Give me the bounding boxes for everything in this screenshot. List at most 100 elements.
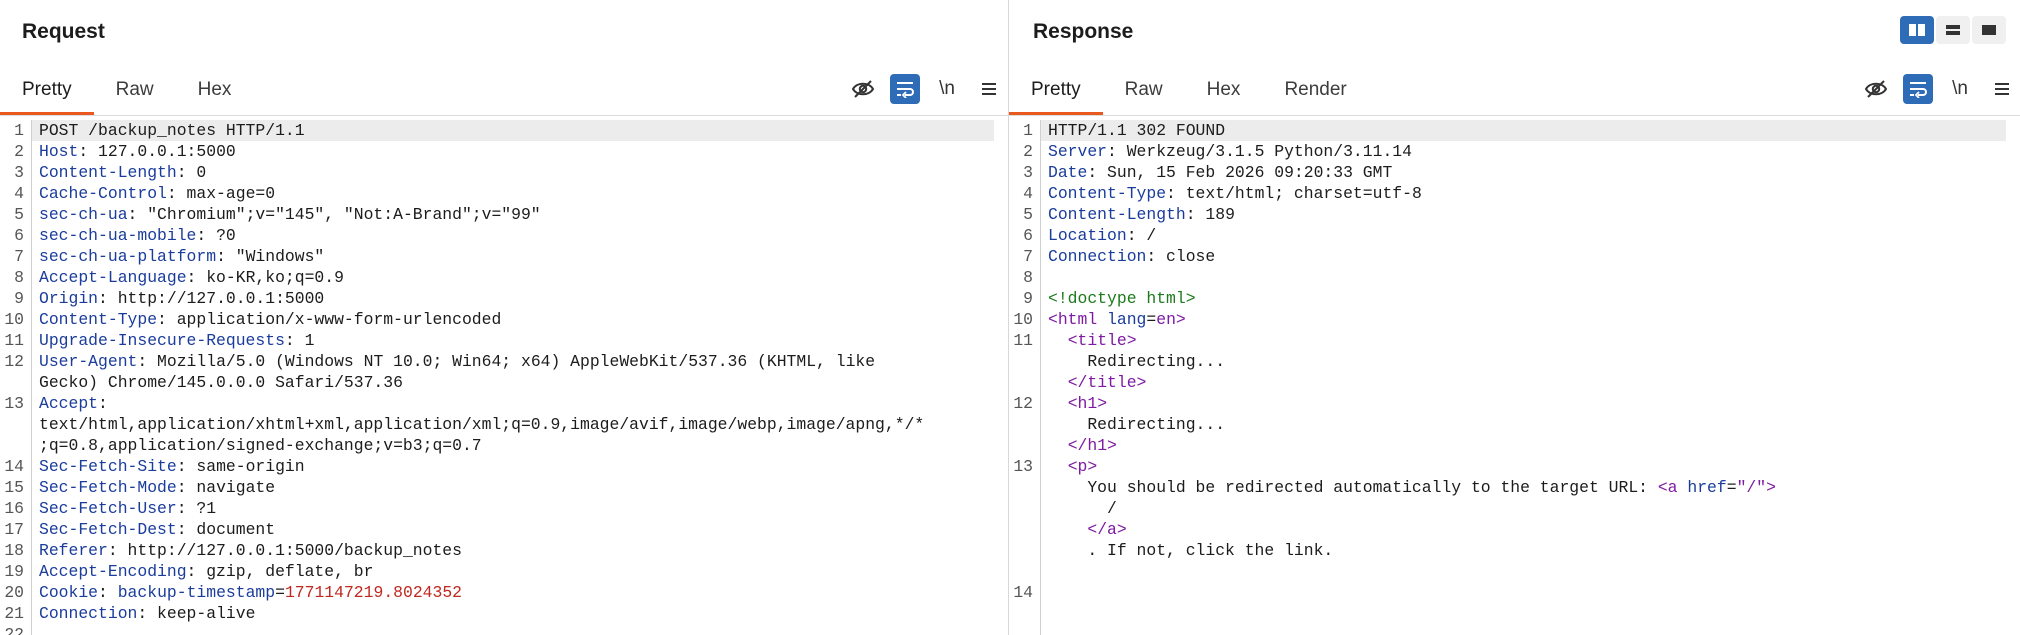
line-text: <title> (1048, 330, 1137, 351)
request-editor[interactable]: 1 POST /backup_notes HTTP/1.1 2 Host: 127.0… (0, 120, 1008, 635)
newline-toggle[interactable]: \n (932, 74, 962, 104)
code-token: Date (1048, 163, 1088, 182)
code-token: : ?1 (176, 499, 217, 518)
tab-hex[interactable]: Hex (176, 76, 254, 116)
code-token: Accept (39, 394, 99, 413)
line-number: 14 (4, 457, 24, 476)
tab-raw[interactable]: Raw (1103, 76, 1185, 116)
line-text: Upgrade-Insecure-Requests: 1 (39, 330, 314, 351)
code-line: 2 Server: Werkzeug/3.1.5 Python/3.11.14 (1009, 141, 2020, 162)
code-token: ;q=0.8,application/signed-exchange;v=b3;… (39, 436, 482, 455)
line-text: Sec-Fetch-Dest: document (39, 519, 275, 540)
line-text: Gecko) Chrome/145.0.0.0 Safari/537.36 (39, 372, 403, 393)
code-token: = (1726, 478, 1737, 497)
tab-render[interactable]: Render (1262, 76, 1368, 116)
code-line: 5 Content-Length: 189 (1009, 204, 2020, 225)
code-token: : 1 (284, 331, 315, 350)
line-text: You should be redirected automatically t… (1048, 477, 1776, 498)
line-text: Host: 127.0.0.1:5000 (39, 141, 236, 162)
code-line: text/html,application/xhtml+xml,applicat… (0, 414, 1008, 435)
code-token: Origin (39, 289, 99, 308)
code-token: sec-ch-ua-mobile (39, 226, 197, 245)
code-line: 4 Content-Type: text/html; charset=utf-8 (1009, 183, 2020, 204)
code-token: : 127.0.0.1:5000 (78, 142, 236, 161)
newline-toggle[interactable]: \n (1945, 74, 1975, 104)
code-token: text/html,application/xhtml+xml,applicat… (39, 415, 925, 434)
code-token: backup-timestamp (117, 583, 276, 602)
line-number: 1 (14, 121, 24, 140)
menu-icon[interactable] (974, 74, 1004, 104)
line-text: Accept: (39, 393, 108, 414)
line-text: </a> (1048, 519, 1126, 540)
code-token: Referer (39, 541, 108, 560)
code-line: </a> (1009, 519, 2020, 540)
code-token: : Sun, 15 Feb 2026 09:20:33 GMT (1087, 163, 1393, 182)
line-text: <!doctype html> (1048, 288, 1196, 309)
code-token: : / (1126, 226, 1157, 245)
code-token: Connection (1048, 247, 1147, 266)
code-token: : gzip, deflate, br (186, 562, 374, 581)
code-token: : Werkzeug/3.1.5 Python/3.11.14 (1107, 142, 1412, 161)
code-token: Sec-Fetch-Mode (39, 478, 177, 497)
code-token: en> (1156, 310, 1186, 329)
code-token: : same-origin (176, 457, 305, 476)
code-token: <html (1048, 310, 1108, 329)
request-lines: 1 POST /backup_notes HTTP/1.1 2 Host: 127.0… (0, 120, 1008, 635)
code-token: : 189 (1185, 205, 1235, 224)
code-line: 7 sec-ch-ua-platform: "Windows" (0, 246, 1008, 267)
single-pane-icon[interactable] (1972, 16, 2006, 44)
hide-icon[interactable] (1861, 74, 1891, 104)
code-token: Upgrade-Insecure-Requests (39, 331, 285, 350)
code-line: 2 Host: 127.0.0.1:5000 (0, 141, 1008, 162)
line-number: 13 (4, 394, 24, 413)
code-line: 17 Sec-Fetch-Dest: document (0, 519, 1008, 540)
line-text: Connection: close (1048, 246, 1215, 267)
line-text: Redirecting... (1048, 414, 1225, 435)
line-number: 14 (1013, 583, 1033, 602)
code-line: 9 <!doctype html> (1009, 288, 2020, 309)
code-line: 8 (1009, 267, 2020, 288)
line-number: 6 (14, 226, 24, 245)
code-line: 3 Content-Length: 0 (0, 162, 1008, 183)
line-text: Accept-Language: ko-KR,ko;q=0.9 (39, 267, 344, 288)
line-text: <html lang=en> (1048, 309, 1186, 330)
tab-raw[interactable]: Raw (94, 76, 176, 116)
code-token: : "Chromium";v="145", "Not:A-Brand";v="9… (127, 205, 541, 224)
tab-pretty[interactable]: Pretty (1009, 76, 1103, 116)
code-token: : "Windows" (216, 247, 325, 266)
response-pane: Response Pretty Raw Hex Render \n 1 HTTP… (1009, 0, 2020, 635)
line-number: 3 (1023, 163, 1033, 182)
wrap-lines-icon[interactable] (890, 74, 920, 104)
line-text: sec-ch-ua-platform: "Windows" (39, 246, 324, 267)
line-text: Location: / (1048, 225, 1156, 246)
code-line: 3 Date: Sun, 15 Feb 2026 09:20:33 GMT (1009, 162, 2020, 183)
code-token: href (1687, 478, 1727, 497)
code-line: 12 <h1> (1009, 393, 2020, 414)
code-line: 5 sec-ch-ua: "Chromium";v="145", "Not:A-B… (0, 204, 1008, 225)
request-pane: Request Pretty Raw Hex \n 1 POST /backup_… (0, 0, 1009, 635)
code-token: : max-age=0 (166, 184, 276, 203)
line-text: Cookie: backup-timestamp=1771147219.8024… (39, 582, 462, 603)
code-token: Content-Type (1048, 184, 1167, 203)
hide-icon[interactable] (848, 74, 878, 104)
tab-pretty[interactable]: Pretty (0, 76, 94, 116)
line-number: 19 (4, 562, 24, 581)
code-token: : document (176, 520, 276, 539)
split-vertical-icon[interactable] (1936, 16, 1970, 44)
menu-icon[interactable] (1987, 74, 2017, 104)
split-horizontal-icon[interactable] (1900, 16, 1934, 44)
response-editor[interactable]: 1 HTTP/1.1 302 FOUND 2 Server: Werkzeug/3.1… (1009, 120, 2020, 635)
code-line: 18 Referer: http://127.0.0.1:5000/backup_… (0, 540, 1008, 561)
tab-hex[interactable]: Hex (1185, 76, 1263, 116)
code-line: 19 Accept-Encoding: gzip, deflate, br (0, 561, 1008, 582)
code-line: 20 Cookie: backup-timestamp=1771147219.80… (0, 582, 1008, 603)
code-token: : close (1146, 247, 1216, 266)
code-token: sec-ch-ua (39, 205, 128, 224)
code-token: : 0 (176, 163, 207, 182)
code-token: : navigate (176, 478, 276, 497)
wrap-lines-icon[interactable] (1903, 74, 1933, 104)
line-text: / (1048, 498, 1117, 519)
line-number: 12 (1013, 394, 1033, 413)
code-token: : ko-KR,ko;q=0.9 (186, 268, 344, 287)
